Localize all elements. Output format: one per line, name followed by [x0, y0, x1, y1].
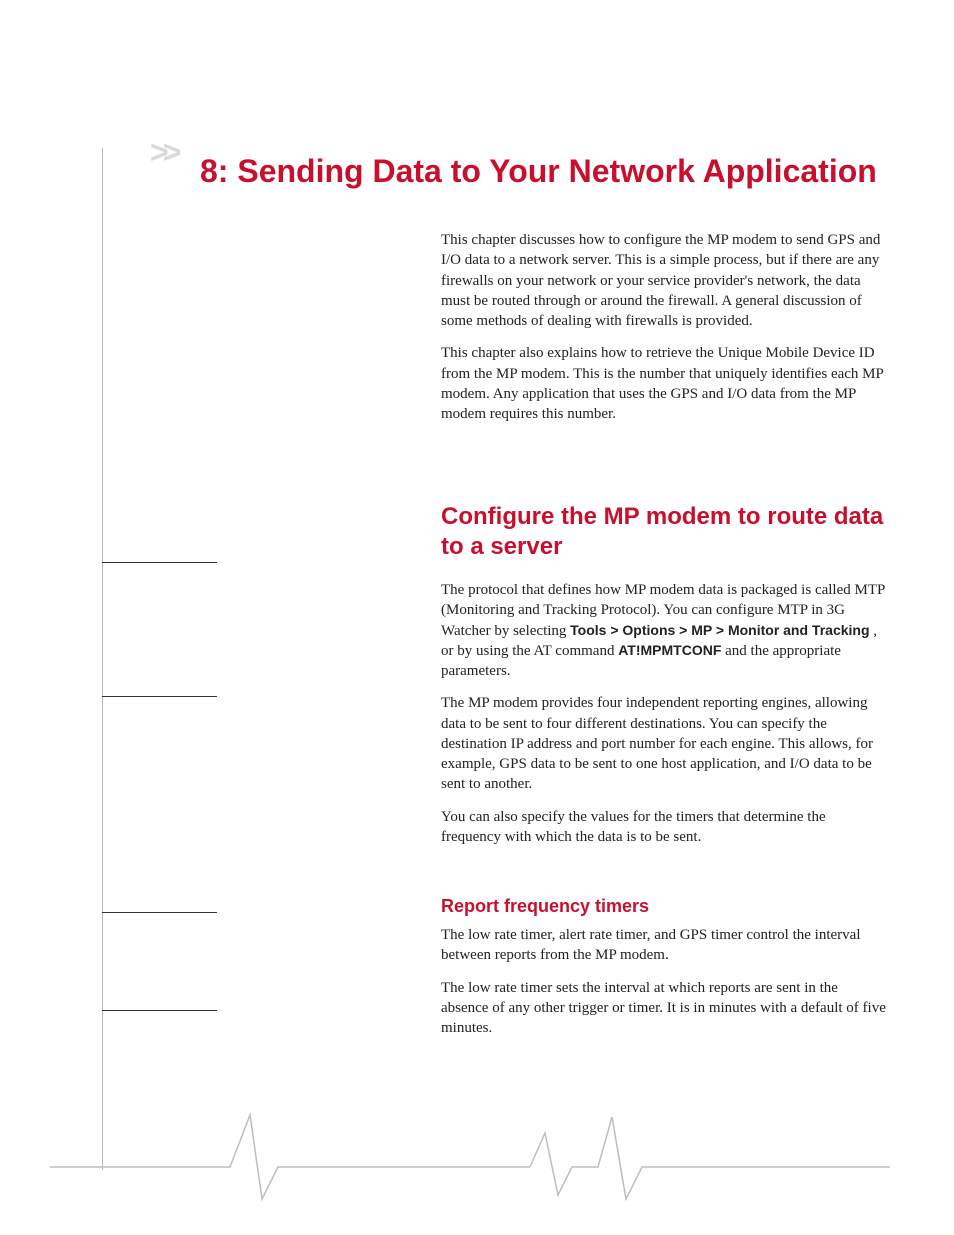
side-rule-1: [102, 562, 217, 563]
chapter-title: 8: Sending Data to Your Network Applicat…: [200, 153, 880, 191]
subsection-block: The low rate timer, alert rate timer, an…: [441, 925, 889, 1050]
footer-waveform-icon: [0, 1095, 954, 1205]
subsection-paragraph-1: The low rate timer, alert rate timer, an…: [441, 925, 889, 966]
left-vertical-rule: [102, 148, 103, 1170]
intro-paragraph-2: This chapter also explains how to retrie…: [441, 343, 889, 424]
at-command: AT!MPMTCONF: [618, 642, 721, 658]
section1-paragraph-3: You can also specify the values for the …: [441, 807, 889, 848]
side-rule-2: [102, 696, 217, 697]
section1-block: The protocol that defines how MP modem d…: [441, 580, 889, 859]
section1-paragraph-2: The MP modem provides four independent r…: [441, 693, 889, 794]
intro-paragraph-1: This chapter discusses how to configure …: [441, 230, 889, 331]
subsection-heading-report-timers: Report frequency timers: [441, 896, 889, 917]
section-heading-configure: Configure the MP modem to route data to …: [441, 502, 889, 562]
document-page: >> 8: Sending Data to Your Network Appli…: [0, 0, 954, 1235]
section1-paragraph-1: The protocol that defines how MP modem d…: [441, 580, 889, 681]
chapter-chevron-icon: >>: [150, 134, 175, 171]
side-rule-3: [102, 912, 217, 913]
menu-path: Tools > Options > MP > Monitor and Track…: [570, 622, 869, 638]
subsection-paragraph-2: The low rate timer sets the interval at …: [441, 978, 889, 1039]
intro-block: This chapter discusses how to configure …: [441, 230, 889, 436]
side-rule-4: [102, 1010, 217, 1011]
